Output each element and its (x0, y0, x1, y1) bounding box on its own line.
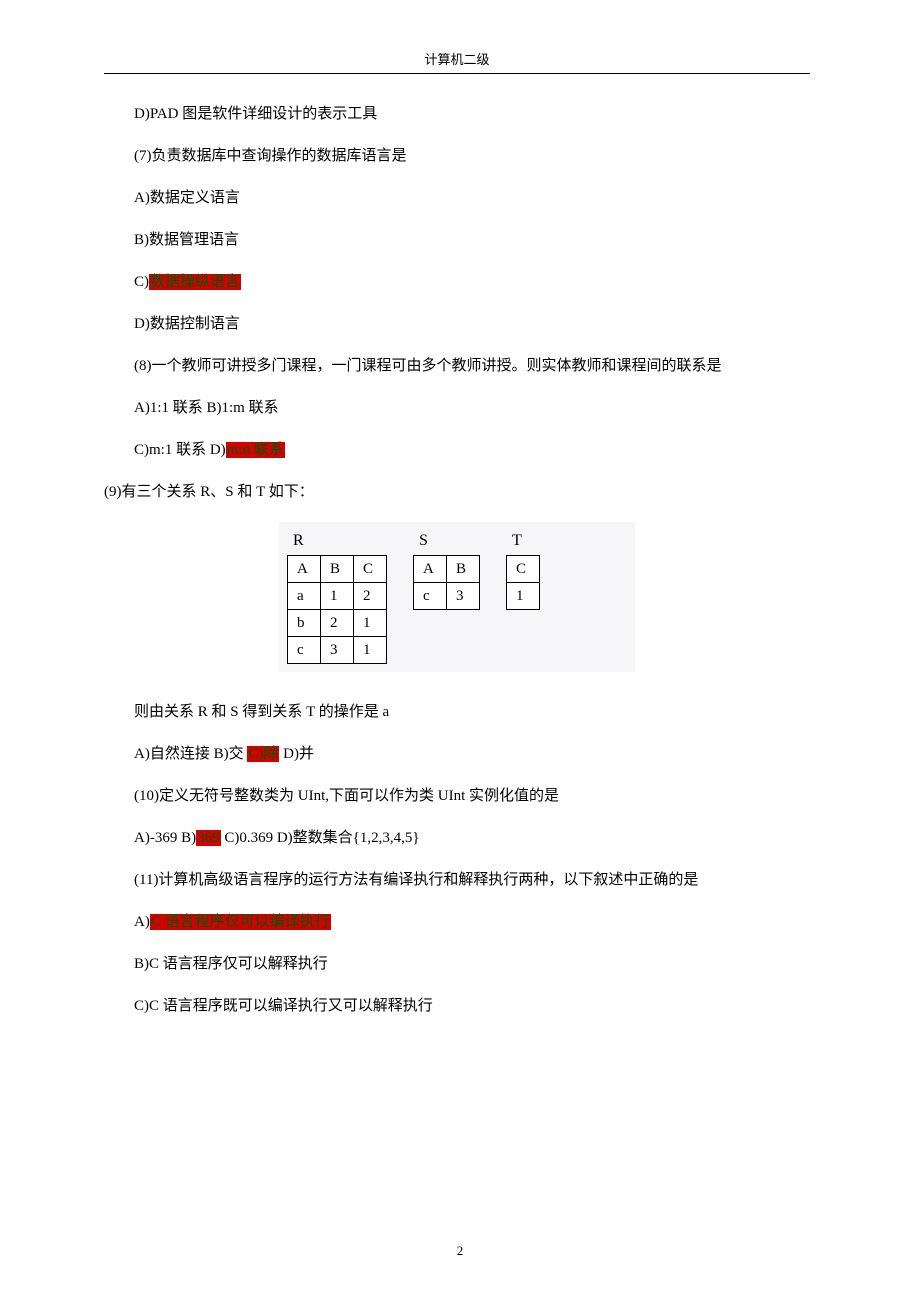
q7-option-a: A)数据定义语言 (104, 186, 810, 210)
q8-options-ab: A)1:1 联系 B)1:m 联系 (104, 396, 810, 420)
q8-options-cd: C)m:1 联系 D)m:n 联系 (104, 438, 810, 462)
cell: a (288, 583, 321, 610)
q11-option-c: C)C 语言程序既可以编译执行又可以解释执行 (104, 994, 810, 1018)
q7c-highlight: 数据操纵语言 (149, 274, 241, 290)
table-label-s: S (419, 528, 480, 554)
table-r: A B C a 1 2 b 2 1 c (287, 555, 387, 664)
table-s: A B c 3 (413, 555, 480, 610)
table-row: b 2 1 (288, 610, 387, 637)
cell: 1 (507, 583, 540, 610)
q10-options: A)-369 B)369 C)0.369 D)整数集合{1,2,3,4,5} (104, 826, 810, 850)
page-header: 计算机二级 (104, 50, 810, 71)
q8d-highlight: m:n 联系 (226, 442, 285, 458)
table-row: C (507, 556, 540, 583)
table-block-s: S A B c 3 (413, 528, 480, 611)
q9-opt-c-highlight: C)除 (247, 746, 279, 762)
option-d-pad: D)PAD 图是软件详细设计的表示工具 (104, 102, 810, 126)
page-number: 2 (0, 1241, 920, 1262)
table-row: c 3 1 (288, 637, 387, 664)
q11-option-a: A)C 语言程序仅可以编译执行 (104, 910, 810, 934)
table-label-t: T (512, 528, 540, 554)
cell: 2 (354, 583, 387, 610)
q10-b-highlight: 369 (196, 830, 221, 846)
col-header: B (447, 556, 480, 583)
table-row: 1 (507, 583, 540, 610)
q11a-prefix: A) (134, 914, 150, 930)
question-10: (10)定义无符号整数类为 UInt,下面可以作为类 UInt 实例化值的是 (104, 784, 810, 808)
q10-cd: C)0.369 D)整数集合{1,2,3,4,5} (221, 830, 420, 846)
q8c-text: C)m:1 联系 D) (134, 442, 226, 458)
cell: 1 (354, 637, 387, 664)
table-t: C 1 (506, 555, 540, 610)
q10-a: A)-369 B) (134, 830, 196, 846)
cell: 2 (321, 610, 354, 637)
cell: c (414, 583, 447, 610)
table-row: a 1 2 (288, 583, 387, 610)
q7-option-c: C)数据操纵语言 (104, 270, 810, 294)
table-block-t: T C 1 (506, 528, 540, 611)
table-label-r: R (293, 528, 387, 554)
question-11: (11)计算机高级语言程序的运行方法有编译执行和解释执行两种，以下叙述中正确的是 (104, 868, 810, 892)
cell: c (288, 637, 321, 664)
q9-options: A)自然连接 B)交 C)除 D)并 (104, 742, 810, 766)
col-header: A (414, 556, 447, 583)
col-header: C (507, 556, 540, 583)
cell: b (288, 610, 321, 637)
page: 计算机二级 D)PAD 图是软件详细设计的表示工具 (7)负责数据库中查询操作的… (0, 0, 920, 1302)
question-7: (7)负责数据库中查询操作的数据库语言是 (104, 144, 810, 168)
table-block-r: R A B C a 1 2 b 2 1 (287, 528, 387, 665)
cell: 1 (321, 583, 354, 610)
relation-tables: R A B C a 1 2 b 2 1 (279, 522, 635, 673)
q11a-highlight: C 语言程序仅可以编译执行 (150, 914, 331, 930)
table-row: A B C (288, 556, 387, 583)
col-header: B (321, 556, 354, 583)
table-row: A B (414, 556, 480, 583)
col-header: A (288, 556, 321, 583)
q9-opt-d: D)并 (279, 746, 314, 762)
q7-option-d: D)数据控制语言 (104, 312, 810, 336)
cell: 3 (447, 583, 480, 610)
q9-result-text: 则由关系 R 和 S 得到关系 T 的操作是 a (104, 700, 810, 724)
q9-opts-ab: A)自然连接 B)交 (134, 746, 247, 762)
question-9: (9)有三个关系 R、S 和 T 如下： (104, 480, 810, 504)
question-8: (8)一个教师可讲授多门课程，一门课程可由多个教师讲授。则实体教师和课程间的联系… (104, 354, 810, 378)
q7c-prefix: C) (134, 274, 149, 290)
col-header: C (354, 556, 387, 583)
cell: 3 (321, 637, 354, 664)
cell: 1 (354, 610, 387, 637)
table-row: c 3 (414, 583, 480, 610)
q7-option-b: B)数据管理语言 (104, 228, 810, 252)
q11-option-b: B)C 语言程序仅可以解释执行 (104, 952, 810, 976)
header-rule (104, 73, 810, 74)
